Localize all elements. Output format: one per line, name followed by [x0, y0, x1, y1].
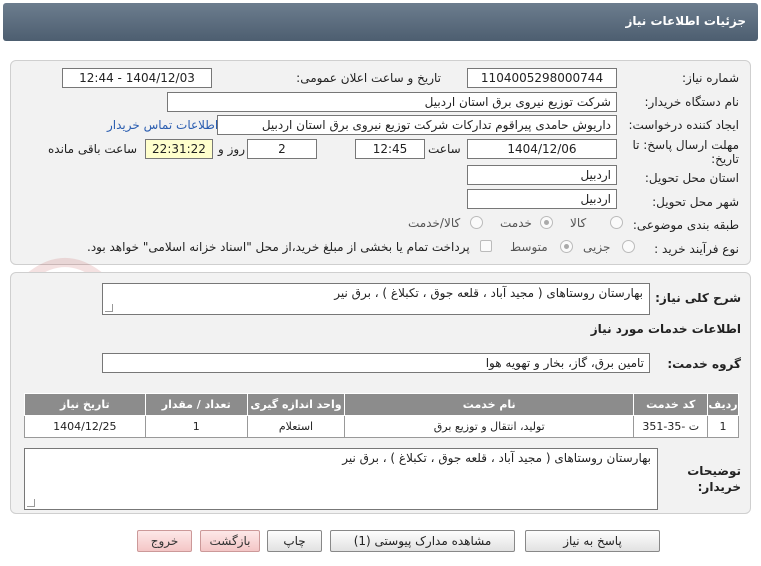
summary-field[interactable]: بهارستان روستاهای ( مجید آباد ، قلعه جوق… [102, 283, 650, 315]
city-field[interactable]: اردبیل [467, 189, 617, 209]
col-row-number: ردیف [707, 393, 739, 416]
window-title: جزئیات اطلاعات نیاز [625, 14, 746, 28]
need-number-label: شماره نیاز: [682, 71, 739, 85]
buyer-label: نام دستگاه خریدار: [644, 95, 740, 109]
remaining-time-field[interactable]: 22:31:22 [145, 139, 213, 159]
resize-grip-icon[interactable] [27, 499, 35, 507]
category-option-goods-service: کالا/خدمت [408, 216, 461, 230]
process-radio-medium[interactable] [560, 240, 573, 253]
treasury-payment-note: پرداخت تمام یا بخشی از مبلغ خرید،از محل … [87, 240, 470, 254]
category-option-goods: کالا [570, 216, 587, 230]
services-table: تاریخ نیاز تعداد / مقدار واحد اندازه گیر… [24, 393, 739, 438]
window-header: جزئیات اطلاعات نیاز [0, 0, 761, 44]
process-option-minor: جزیی [583, 240, 611, 254]
days-label: روز و [218, 142, 245, 156]
col-quantity: تعداد / مقدار [144, 393, 248, 416]
cell-unit: استعلام [246, 415, 346, 438]
resize-grip-icon[interactable] [105, 304, 113, 312]
table-row[interactable]: 1404/12/25 1 استعلام تولید، انتقال و توز… [24, 415, 739, 438]
process-radio-minor[interactable] [622, 240, 635, 253]
category-label: طبقه بندی موضوعی: [632, 218, 739, 232]
table-header-row: تاریخ نیاز تعداد / مقدار واحد اندازه گیر… [24, 393, 739, 416]
category-radio-goods[interactable] [610, 216, 623, 229]
col-unit: واحد اندازه گیری [246, 393, 346, 416]
reply-button[interactable]: پاسخ به نیاز [525, 530, 660, 552]
service-group-label: گروه خدمت: [667, 357, 741, 371]
buyer-notes-label-1: توضیحات [687, 464, 741, 478]
services-section-title: اطلاعات خدمات مورد نیاز [590, 322, 741, 336]
cell-row-number: 1 [707, 415, 739, 438]
creator-field[interactable]: داریوش حامدی پیراقوم تدارکات شرکت توزیع … [217, 115, 617, 135]
col-service-name: نام خدمت [344, 393, 635, 416]
print-button[interactable]: چاپ [267, 530, 322, 552]
deadline-label-1: مهلت ارسال پاسخ: تا [632, 138, 739, 152]
buyer-contact-link[interactable]: اطلاعات تماس خریدار [107, 118, 218, 132]
view-attachments-button[interactable]: مشاهده مدارک پیوستی (1) [330, 530, 515, 552]
treasury-payment-checkbox[interactable] [480, 240, 492, 252]
summary-text: بهارستان روستاهای ( مجید آباد ، قلعه جوق… [334, 286, 643, 300]
cell-service-code: ت -35-351 [633, 415, 709, 438]
buyer-notes-field[interactable]: بهارستان روستاهای ( مجید آباد ، قلعه جوق… [24, 448, 658, 510]
announce-label: تاریخ و ساعت اعلان عمومی: [296, 71, 441, 85]
cell-quantity: 1 [144, 415, 248, 438]
process-label: نوع فرآیند خرید : [654, 242, 739, 256]
category-radio-goods-service[interactable] [470, 216, 483, 229]
col-need-date: تاریخ نیاز [24, 393, 146, 416]
need-info-panel [10, 60, 751, 265]
category-radio-service[interactable] [540, 216, 553, 229]
service-group-field[interactable]: تامین برق، گاز، بخار و تهویه هوا [102, 353, 650, 373]
province-label: استان محل تحویل: [644, 171, 739, 185]
buyer-notes-label-2: خریدار: [697, 480, 741, 494]
need-number-field[interactable]: 1104005298000744 [467, 68, 617, 88]
days-field[interactable]: 2 [247, 139, 317, 159]
province-field[interactable]: اردبیل [467, 165, 617, 185]
deadline-time-label: ساعت [428, 142, 461, 156]
back-button[interactable]: بازگشت [200, 530, 260, 552]
col-service-code: کد خدمت [633, 393, 709, 416]
category-option-service: خدمت [500, 216, 532, 230]
cell-service-name: تولید، انتقال و توزیع برق [344, 415, 635, 438]
deadline-label-2: تاریخ: [711, 152, 739, 166]
exit-button[interactable]: خروج [137, 530, 192, 552]
remaining-label: ساعت باقی مانده [48, 142, 138, 156]
title-bar: جزئیات اطلاعات نیاز [3, 3, 758, 41]
summary-label: شرح کلی نیاز: [655, 291, 741, 305]
buyer-field[interactable]: شرکت توزیع نیروی برق استان اردبیل [167, 92, 617, 112]
city-label: شهر محل تحویل: [652, 195, 739, 209]
deadline-date-field[interactable]: 1404/12/06 [467, 139, 617, 159]
deadline-time-field[interactable]: 12:45 [355, 139, 425, 159]
process-option-medium: متوسط [510, 240, 548, 254]
announce-datetime-field[interactable]: 1404/12/03 - 12:44 [62, 68, 212, 88]
cell-need-date: 1404/12/25 [24, 415, 146, 438]
buyer-notes-text: بهارستان روستاهای ( مجید آباد ، قلعه جوق… [342, 451, 651, 465]
creator-label: ایجاد کننده درخواست: [628, 118, 739, 132]
